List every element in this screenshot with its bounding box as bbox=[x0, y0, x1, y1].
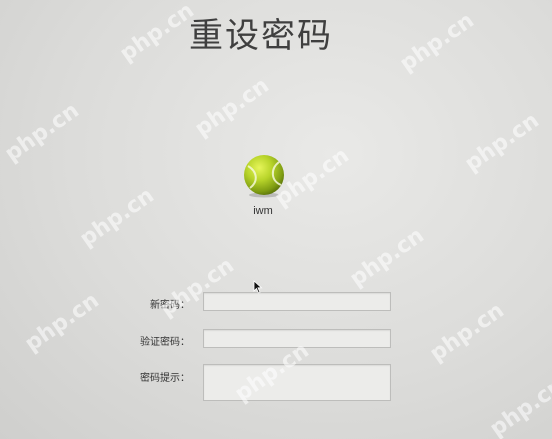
watermark: php.cn bbox=[75, 183, 159, 252]
username-label: iwm bbox=[253, 205, 273, 217]
verify-password-field[interactable] bbox=[203, 329, 391, 348]
watermark: php.cn bbox=[345, 223, 429, 292]
watermark: php.cn bbox=[460, 108, 544, 177]
verify-password-label: 验证密码： bbox=[140, 337, 190, 348]
watermark: php.cn bbox=[0, 98, 84, 167]
page-title: 重设密码 bbox=[189, 16, 333, 56]
new-password-label: 新密码： bbox=[150, 300, 190, 311]
watermark: php.cn bbox=[425, 298, 509, 367]
watermark: php.cn bbox=[190, 73, 274, 142]
watermark: php.cn bbox=[485, 373, 552, 439]
watermark: php.cn bbox=[20, 288, 104, 357]
tennis-ball-icon bbox=[244, 155, 284, 198]
user-avatar bbox=[242, 154, 286, 198]
mouse-pointer-icon bbox=[253, 280, 263, 294]
new-password-field[interactable] bbox=[203, 292, 391, 311]
password-hint-label: 密码提示： bbox=[140, 373, 190, 384]
password-hint-field[interactable] bbox=[203, 364, 391, 401]
watermark: php.cn bbox=[155, 253, 239, 322]
